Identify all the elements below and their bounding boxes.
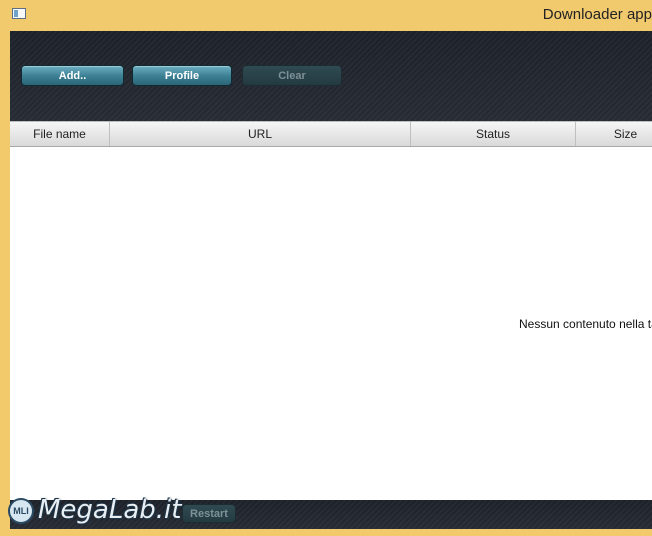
window-title: Downloader app	[542, 6, 652, 23]
app-window-icon[interactable]	[12, 8, 26, 19]
profile-button[interactable]: Profile	[132, 65, 232, 86]
clear-button[interactable]: Clear	[242, 65, 342, 86]
add-button[interactable]: Add..	[21, 65, 124, 86]
table-header: File name URL Status Size	[10, 121, 652, 147]
watermark-text: MegaLab.it	[38, 495, 182, 525]
toolbar: Add.. Profile Clear	[10, 31, 652, 121]
column-header-url[interactable]: URL	[110, 122, 411, 146]
watermark-logo-icon: MLI	[8, 498, 34, 524]
column-header-file-name[interactable]: File name	[10, 122, 110, 146]
column-header-size[interactable]: Size	[576, 122, 652, 146]
table-empty-message: Nessun contenuto nella tabella	[519, 317, 652, 331]
restart-button[interactable]: Restart	[182, 504, 236, 523]
app-window: Downloader app Add.. Profile Clear File …	[0, 0, 652, 536]
title-bar[interactable]: Downloader app	[0, 0, 652, 31]
watermark: MLI MegaLab.it	[0, 492, 182, 532]
main-content: Add.. Profile Clear File name URL Status…	[10, 31, 652, 536]
column-header-status[interactable]: Status	[411, 122, 576, 146]
